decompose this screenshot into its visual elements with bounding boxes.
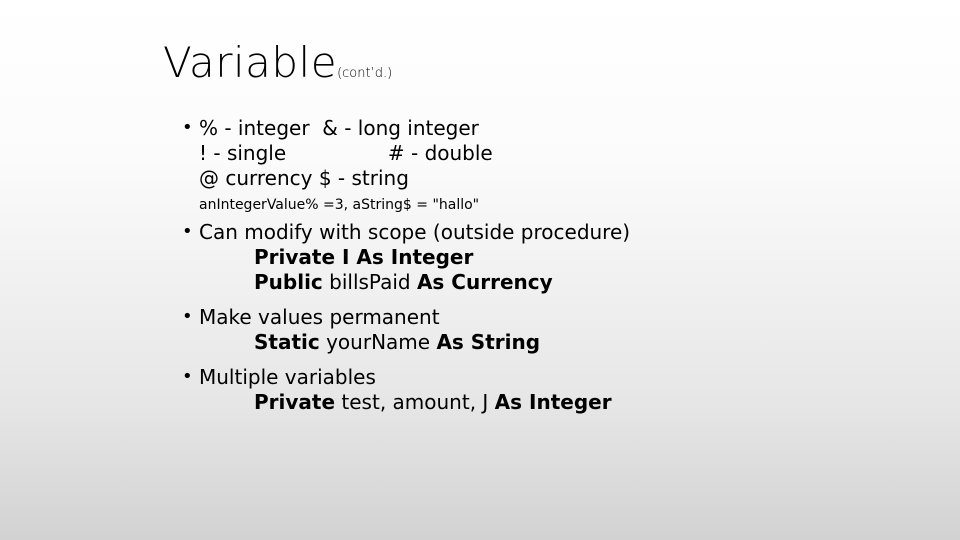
bullet-permanent: Make values permanent bbox=[182, 305, 440, 329]
code-line: Static yourName As String bbox=[254, 330, 540, 354]
type-suffix-line: ! - single # - double bbox=[199, 141, 493, 165]
bullet-scope: Can modify with scope (outside procedure… bbox=[182, 220, 630, 244]
keyword: As String bbox=[436, 330, 541, 354]
bullet-type-suffixes: % - integer & - long integer bbox=[182, 116, 479, 140]
keyword: As Integer bbox=[356, 245, 474, 269]
identifier: test, amount, J bbox=[335, 390, 495, 414]
keyword: Public bbox=[254, 270, 323, 294]
identifier: I bbox=[335, 245, 357, 269]
title-text: Variable bbox=[163, 38, 338, 87]
bullet-multiple: Multiple variables bbox=[182, 365, 376, 389]
type-suffix-example: anIntegerValue% =3, aString$ = "hallo" bbox=[199, 197, 480, 213]
keyword: Private bbox=[254, 390, 336, 414]
code-line: Private I As Integer bbox=[254, 245, 473, 269]
slide-title: Variable(cont’d.) bbox=[163, 38, 392, 87]
keyword: As Currency bbox=[416, 270, 553, 294]
type-suffix-line: @ currency $ - string bbox=[199, 166, 409, 190]
code-line: Public billsPaid As Currency bbox=[254, 270, 553, 294]
keyword: As Integer bbox=[494, 390, 612, 414]
title-suffix: (cont’d.) bbox=[337, 66, 393, 81]
keyword: Private bbox=[254, 245, 336, 269]
keyword: Static bbox=[254, 330, 320, 354]
code-line: Private test, amount, J As Integer bbox=[254, 390, 612, 414]
identifier: yourName bbox=[319, 330, 437, 354]
identifier: billsPaid bbox=[322, 270, 417, 294]
